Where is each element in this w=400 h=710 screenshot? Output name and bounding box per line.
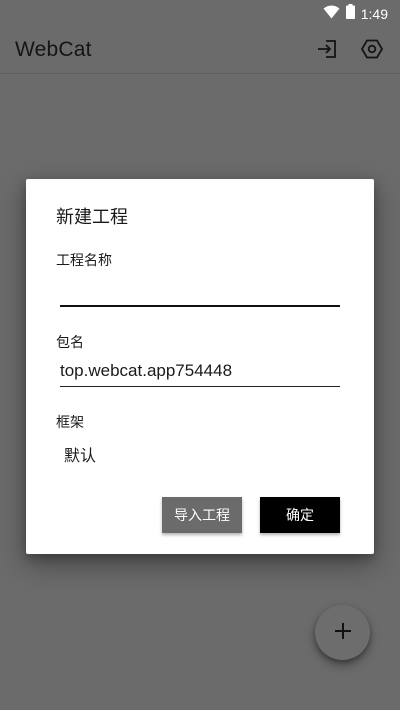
confirm-button[interactable]: 确定 xyxy=(260,497,340,533)
package-name-label: 包名 xyxy=(56,335,84,351)
project-name-label: 工程名称 xyxy=(56,253,112,269)
settings-icon[interactable] xyxy=(359,36,385,62)
status-time: 1:49 xyxy=(360,5,388,22)
new-project-dialog: 新建工程 工程名称 包名 框架 默认 导入工程 确定 xyxy=(26,179,374,554)
exit-to-app-icon[interactable] xyxy=(314,36,340,62)
framework-selector[interactable]: 默认 xyxy=(64,442,96,466)
import-project-button[interactable]: 导入工程 xyxy=(162,497,242,533)
framework-label: 框架 xyxy=(56,415,84,431)
add-project-button[interactable] xyxy=(315,605,370,660)
add-icon xyxy=(334,622,352,644)
project-name-input[interactable] xyxy=(60,277,340,307)
battery-icon xyxy=(345,4,355,23)
app-title: WebCat xyxy=(15,38,92,61)
status-icons: 1:49 xyxy=(323,4,388,23)
app-bar: WebCat xyxy=(0,26,400,74)
dialog-title: 新建工程 xyxy=(56,207,128,228)
wifi-icon xyxy=(323,4,340,23)
package-name-input[interactable] xyxy=(60,357,340,387)
status-bar: 1:49 xyxy=(0,0,400,26)
